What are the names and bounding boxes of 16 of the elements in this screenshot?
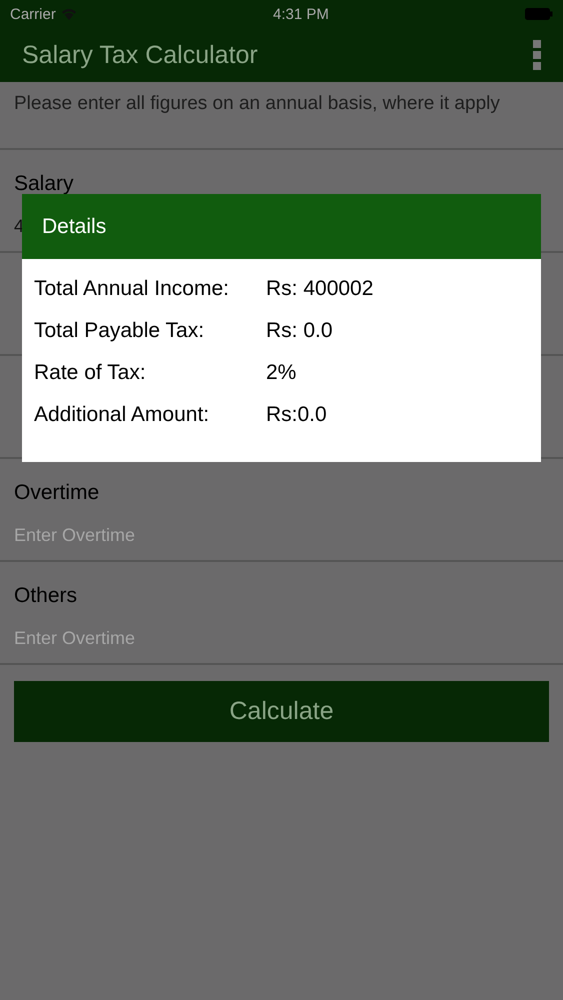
- instruction-text: Please enter all figures on an annual basis, where it apply: [0, 82, 563, 150]
- dialog-title: Details: [22, 194, 541, 259]
- carrier-label: Carrier: [10, 6, 56, 22]
- field-label: Salary: [14, 172, 75, 196]
- detail-value: Rs: 400002: [266, 276, 374, 302]
- app-title: Salary Tax Calculator: [22, 40, 258, 70]
- field-label: Others: [14, 584, 78, 608]
- detail-value: Rs:0.0: [266, 402, 328, 428]
- detail-value: 2%: [266, 360, 298, 386]
- field-label: Overtime: [14, 481, 100, 505]
- detail-label: Rate of Tax:: [34, 360, 147, 386]
- detail-value: Rs: 0.0: [266, 318, 334, 344]
- detail-label: Total Payable Tax:: [34, 318, 206, 344]
- detail-label: Additional Amount:: [34, 402, 210, 428]
- detail-label: Total Annual Income:: [34, 276, 230, 302]
- status-time: 4:31 PM: [272, 6, 329, 22]
